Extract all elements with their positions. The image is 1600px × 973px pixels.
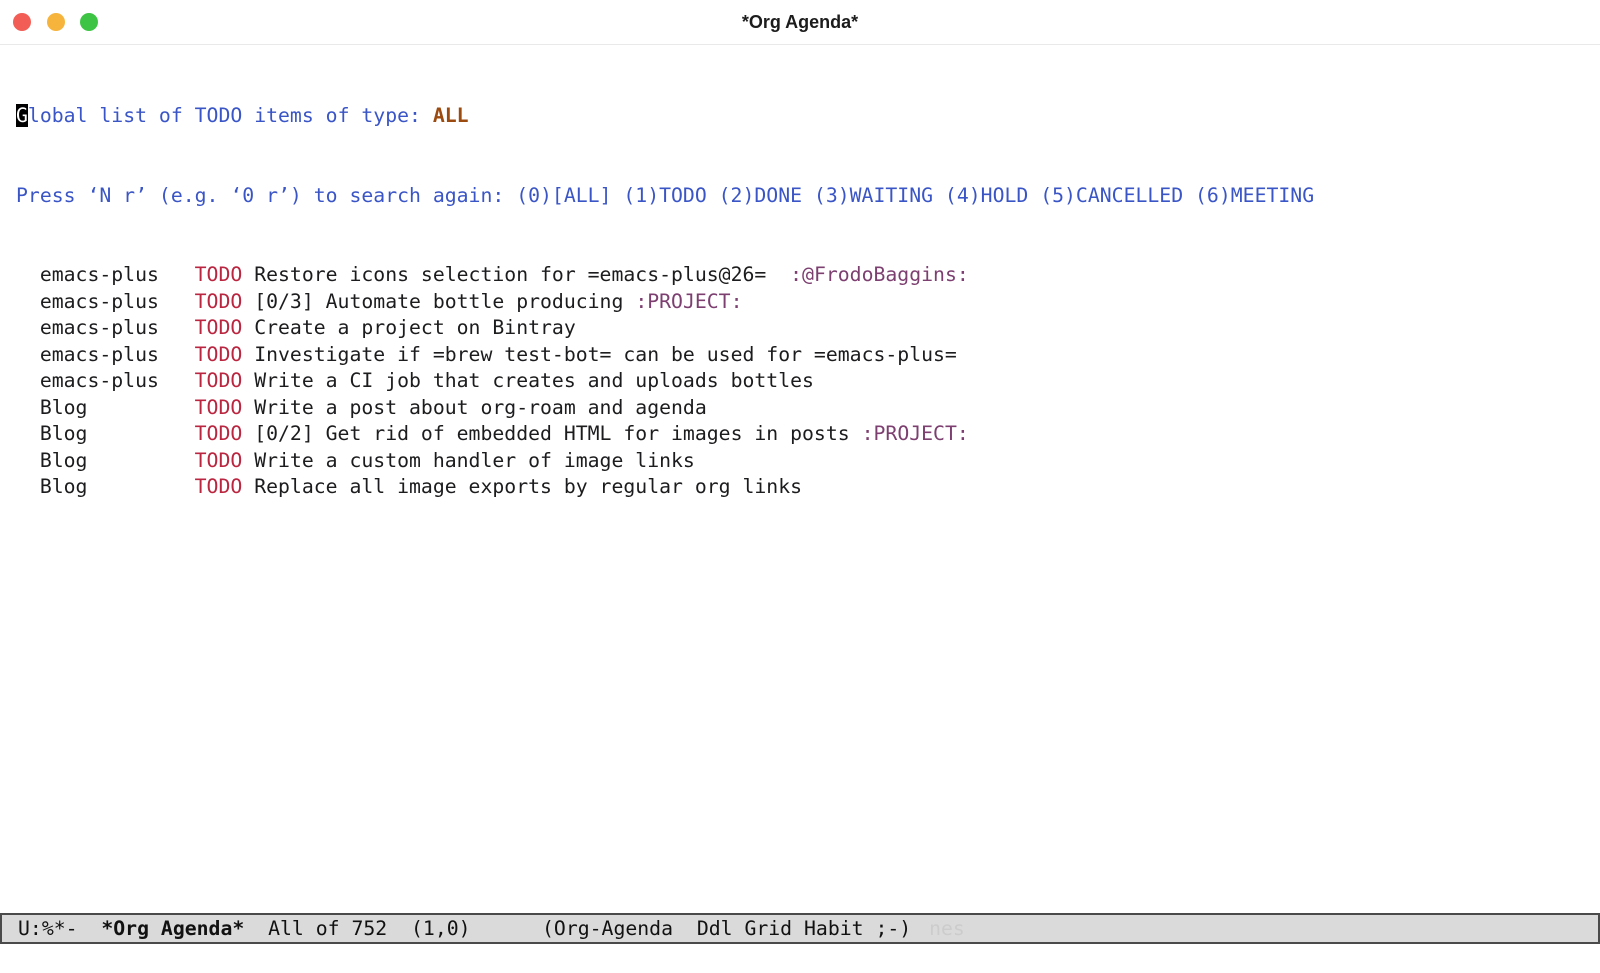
item-tags: :PROJECT:: [635, 290, 742, 313]
item-tags: :PROJECT:: [862, 422, 969, 445]
agenda-item[interactable]: emacs-plus TODO [0/3] Automate bottle pr…: [16, 289, 1600, 316]
item-category: Blog: [16, 475, 195, 498]
modeline-ghost-text: nes: [929, 916, 965, 942]
close-button[interactable]: [13, 13, 31, 31]
agenda-item[interactable]: emacs-plus TODO Restore icons selection …: [16, 262, 1600, 289]
item-category: emacs-plus: [16, 290, 195, 313]
todo-keyword: TODO: [195, 290, 243, 313]
todo-keyword: TODO: [195, 396, 243, 419]
modeline-coding-state: U:%*-: [18, 916, 78, 942]
agenda-search-hint: Press ‘N r’ (e.g. ‘0 r’) to search again…: [16, 183, 1600, 210]
modeline-buffer-name[interactable]: *Org Agenda*: [101, 916, 244, 942]
window-title: *Org Agenda*: [0, 0, 1600, 45]
maximize-button[interactable]: [80, 13, 98, 31]
agenda-item[interactable]: emacs-plus TODO Write a CI job that crea…: [16, 368, 1600, 395]
item-title: Write a CI job that creates and uploads …: [242, 369, 814, 392]
agenda-filter-type: ALL: [433, 104, 469, 127]
item-title: [0/3] Automate bottle producing: [242, 290, 623, 313]
todo-keyword: TODO: [195, 343, 243, 366]
modeline: U:%*- *Org Agenda* All of 752 (1,0) (Org-Age…: [0, 913, 1600, 944]
item-category: emacs-plus: [16, 343, 195, 366]
item-title: Restore icons selection for =emacs-plus@…: [242, 263, 766, 286]
agenda-item[interactable]: Blog TODO Replace all image exports by r…: [16, 474, 1600, 501]
minimize-button[interactable]: [47, 13, 65, 31]
todo-keyword: TODO: [195, 475, 243, 498]
agenda-item[interactable]: emacs-plus TODO Investigate if =brew tes…: [16, 342, 1600, 369]
agenda-header-text: lobal list of TODO items of type:: [28, 104, 433, 127]
item-title: Investigate if =brew test-bot= can be us…: [242, 343, 957, 366]
todo-keyword: TODO: [195, 369, 243, 392]
item-title: Replace all image exports by regular org…: [242, 475, 802, 498]
cursor: G: [16, 104, 28, 127]
modeline-cursor-position: (1,0): [411, 916, 471, 942]
tag-separator: [766, 263, 790, 286]
modeline-mode-list[interactable]: (Org-Agenda Ddl Grid Habit ;-): [542, 916, 911, 942]
item-category: emacs-plus: [16, 263, 195, 286]
item-category: emacs-plus: [16, 316, 195, 339]
todo-keyword: TODO: [195, 422, 243, 445]
item-category: Blog: [16, 449, 195, 472]
agenda-header-line: Global list of TODO items of type: ALL: [16, 103, 1600, 130]
item-title: Create a project on Bintray: [242, 316, 575, 339]
buffer-area: Global list of TODO items of type: ALL P…: [0, 45, 1600, 527]
item-title: Write a custom handler of image links: [242, 449, 695, 472]
todo-keyword: TODO: [195, 449, 243, 472]
todo-keyword: TODO: [195, 316, 243, 339]
agenda-item[interactable]: Blog TODO Write a custom handler of imag…: [16, 448, 1600, 475]
item-category: Blog: [16, 422, 195, 445]
agenda-item[interactable]: Blog TODO [0/2] Get rid of embedded HTML…: [16, 421, 1600, 448]
item-title: [0/2] Get rid of embedded HTML for image…: [242, 422, 849, 445]
echo-area: [0, 944, 1600, 973]
item-category: emacs-plus: [16, 369, 195, 392]
agenda-item[interactable]: emacs-plus TODO Create a project on Bint…: [16, 315, 1600, 342]
item-title: Write a post about org-roam and agenda: [242, 396, 706, 419]
tag-separator: [623, 290, 635, 313]
agenda-item[interactable]: Blog TODO Write a post about org-roam an…: [16, 395, 1600, 422]
item-category: Blog: [16, 396, 195, 419]
agenda-list: emacs-plus TODO Restore icons selection …: [16, 262, 1600, 501]
tag-separator: [850, 422, 862, 445]
titlebar: *Org Agenda*: [0, 0, 1600, 45]
item-tags: :@FrodoBaggins:: [790, 263, 969, 286]
todo-keyword: TODO: [195, 263, 243, 286]
modeline-buffer-size: All of 752: [268, 916, 387, 942]
